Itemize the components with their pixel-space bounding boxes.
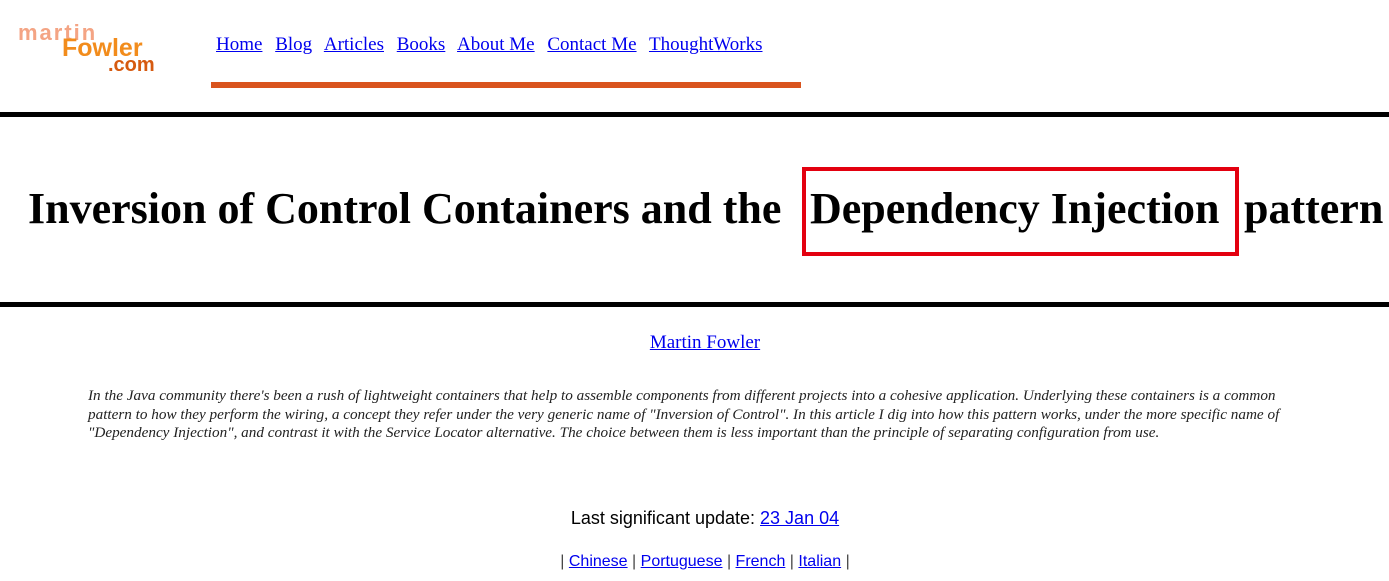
- title-rule-top: [0, 112, 1389, 117]
- top-navigation: Home Blog Articles Books About Me Contac…: [216, 34, 771, 56]
- nav-link-home[interactable]: Home: [216, 34, 262, 55]
- nav-link-contact-me[interactable]: Contact Me: [547, 34, 636, 55]
- logo-text-com: .com: [108, 54, 155, 76]
- separator: |: [789, 553, 794, 570]
- separator: |: [845, 553, 850, 570]
- title-part-2: pattern: [1244, 184, 1384, 233]
- last-update-label: Last significant update:: [570, 508, 756, 528]
- highlight-box: [802, 167, 1239, 256]
- translation-link-italian[interactable]: Italian: [798, 553, 841, 570]
- nav-link-books[interactable]: Books: [397, 34, 446, 55]
- article-abstract: In the Java community there's been a rus…: [88, 387, 1280, 441]
- last-update: Last significant update: 23 Jan 04: [0, 508, 1389, 529]
- separator: |: [632, 553, 637, 570]
- translation-link-french[interactable]: French: [736, 553, 786, 570]
- translation-link-chinese[interactable]: Chinese: [569, 553, 628, 570]
- separator: |: [726, 553, 732, 570]
- translation-link-portuguese[interactable]: Portuguese: [641, 553, 723, 570]
- title-part-1: Inversion of Control Containers and the: [28, 184, 782, 233]
- site-logo[interactable]: martin Fowler .com: [12, 20, 182, 76]
- nav-underline-bar: [211, 82, 801, 88]
- author-link[interactable]: Martin Fowler: [650, 332, 760, 353]
- nav-link-thoughtworks[interactable]: ThoughtWorks: [649, 34, 763, 55]
- last-update-date-link[interactable]: 23 Jan 04: [760, 508, 839, 528]
- nav-link-about-me[interactable]: About Me: [457, 34, 535, 55]
- nav-link-blog[interactable]: Blog: [275, 34, 312, 55]
- nav-link-articles[interactable]: Articles: [324, 34, 384, 55]
- separator: |: [560, 553, 565, 570]
- translation-links: | Chinese | Portuguese | French | Italia…: [0, 553, 1389, 571]
- title-rule-bottom: [0, 302, 1389, 307]
- author-line: Martin Fowler: [0, 332, 1389, 354]
